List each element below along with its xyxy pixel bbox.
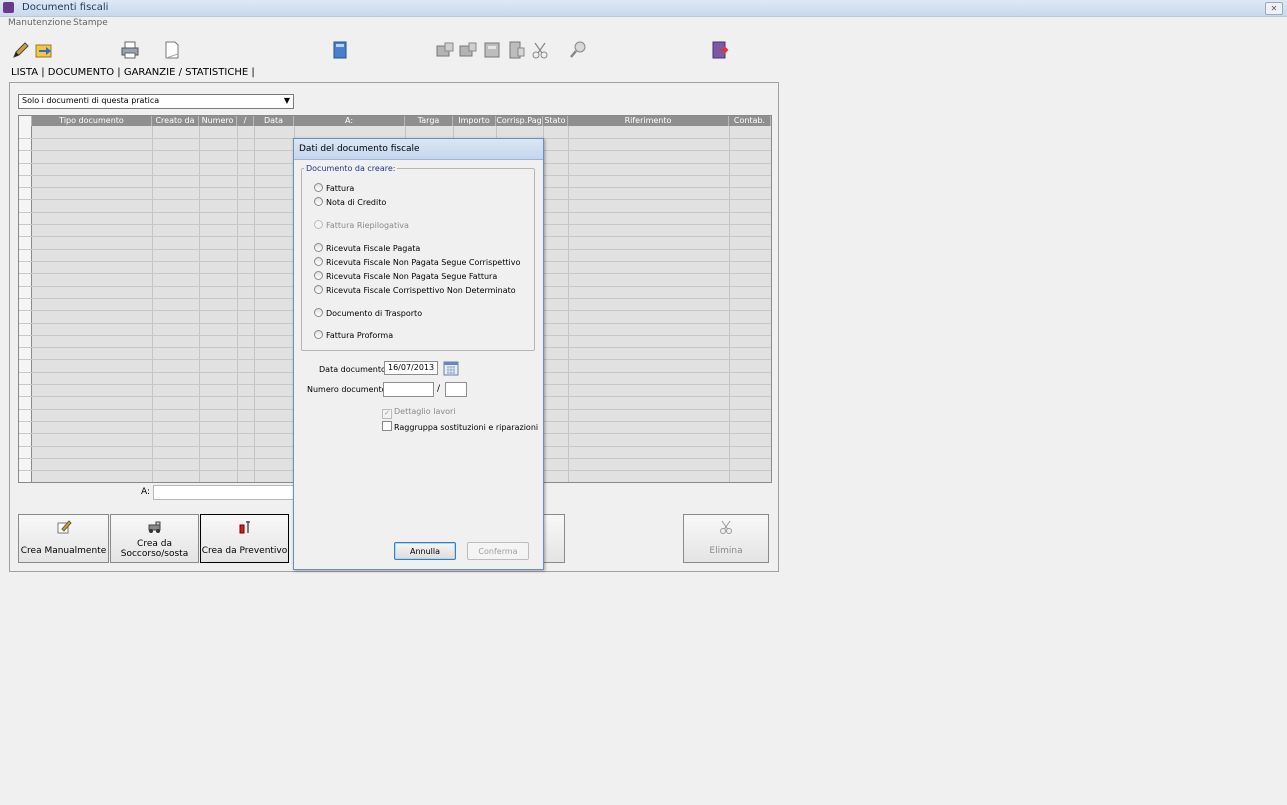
col-targa[interactable]: Targa xyxy=(405,116,453,126)
numero-documento-label: Numero documento: xyxy=(307,385,390,394)
col-data[interactable]: Data xyxy=(254,116,294,126)
crea-da-preventivo-button[interactable]: Crea da Preventivo xyxy=(200,514,289,563)
col-tipo-documento[interactable]: Tipo documento xyxy=(32,116,152,126)
hidden-button-edge xyxy=(542,514,565,563)
radio-ricevuta-pagata[interactable]: Ricevuta Fiscale Pagata xyxy=(314,243,420,253)
col-slash[interactable]: / xyxy=(237,116,254,126)
grid-header: Tipo documento Creato da Numero / Data A… xyxy=(19,116,771,126)
exit-door-icon[interactable] xyxy=(710,40,730,60)
tools-icon xyxy=(239,521,250,534)
grid-col-line xyxy=(254,126,255,482)
transfer-2-icon[interactable] xyxy=(458,40,478,60)
row-header-strip xyxy=(19,126,32,482)
transfer-1-icon[interactable] xyxy=(435,40,455,60)
transfer-3-icon[interactable] xyxy=(482,40,502,60)
grid-col-line xyxy=(152,126,153,482)
window-title: Documenti fiscali xyxy=(22,2,109,13)
data-documento-label: Data documento: xyxy=(319,365,389,374)
document-type-group-label: Documento da creare: xyxy=(304,164,398,173)
col-numero[interactable]: Numero xyxy=(199,116,237,126)
tab-separator: | xyxy=(251,67,255,78)
crea-da-preventivo-label: Crea da Preventivo xyxy=(201,546,288,556)
dettaglio-lavori-checkbox: ✓ Dettaglio lavori xyxy=(382,407,455,419)
elimina-button[interactable]: Elimina xyxy=(683,514,769,563)
numero-separator: / xyxy=(437,384,441,394)
search-icon[interactable] xyxy=(568,40,588,60)
menu-stampe[interactable]: Stampe xyxy=(73,18,108,28)
elimina-label: Elimina xyxy=(709,546,743,556)
annulla-button[interactable]: Annulla xyxy=(394,542,456,560)
grid-col-line xyxy=(199,126,200,482)
filter-value: Solo i documenti di questa pratica xyxy=(22,96,160,105)
dialog-title: Dati del documento fiscale xyxy=(299,144,420,154)
col-riferimento[interactable]: Riferimento xyxy=(568,116,729,126)
tow-truck-icon xyxy=(148,521,160,533)
a-field-input[interactable] xyxy=(153,485,296,500)
conferma-button: Conferma xyxy=(467,542,529,560)
data-documento-input[interactable]: 16/07/2013 xyxy=(384,361,438,375)
document-dialog: Dati del documento fiscale Documento da … xyxy=(293,138,544,570)
crea-da-soccorso-label-1: Crea da xyxy=(137,539,172,549)
crea-manualmente-button[interactable]: Crea Manualmente xyxy=(18,514,109,563)
radio-ricevuta-segue-fattura[interactable]: Ricevuta Fiscale Non Pagata Segue Fattur… xyxy=(314,271,497,281)
scissors-icon xyxy=(720,520,732,534)
radio-nota-di-credito[interactable]: Nota di Credito xyxy=(314,197,386,207)
numero-suffix-input[interactable] xyxy=(445,382,467,397)
chevron-down-icon: ▼ xyxy=(283,96,290,105)
col-importo[interactable]: Importo xyxy=(453,116,496,126)
col-creato-da[interactable]: Creato da xyxy=(152,116,199,126)
grid-col-line xyxy=(568,126,569,482)
menu-bar: Manutenzione Stampe xyxy=(0,17,1287,30)
tab-lista[interactable]: LISTA xyxy=(11,67,38,78)
radio-ricevuta-segue-corrispettivo[interactable]: Ricevuta Fiscale Non Pagata Segue Corris… xyxy=(314,257,520,267)
crea-manualmente-label: Crea Manualmente xyxy=(20,546,107,556)
transfer-4-icon[interactable] xyxy=(506,40,526,60)
radio-fattura[interactable]: Fattura xyxy=(314,183,354,193)
page-icon[interactable] xyxy=(162,40,182,60)
radio-ricevuta-non-determinato[interactable]: Ricevuta Fiscale Corrispettivo Non Deter… xyxy=(314,285,516,295)
col-a[interactable]: A: xyxy=(294,116,405,126)
raggruppa-checkbox[interactable]: Raggruppa sostituzioni e riparazioni xyxy=(382,421,538,432)
grid-col-line xyxy=(237,126,238,482)
numero-documento-input[interactable] xyxy=(383,382,434,397)
book-icon[interactable] xyxy=(330,40,350,60)
col-stato[interactable]: Stato xyxy=(543,116,568,126)
radio-fattura-riepilogativa: Fattura Riepilogativa xyxy=(314,220,409,230)
app-icon xyxy=(3,2,14,13)
pencil-icon[interactable] xyxy=(11,40,31,60)
crea-da-soccorso-label-2: Soccorso/sosta xyxy=(120,549,189,559)
calendar-icon[interactable] xyxy=(443,360,459,376)
folder-arrow-icon[interactable] xyxy=(34,40,54,60)
title-bar: Documenti fiscali ✕ xyxy=(0,0,1287,17)
scissors-icon[interactable] xyxy=(530,40,550,60)
edit-document-icon xyxy=(57,520,72,534)
col-contab[interactable]: Contab. xyxy=(729,116,771,126)
a-field-label: A: xyxy=(141,487,151,497)
col-corrisp-pag[interactable]: Corrisp.Pag xyxy=(496,116,543,126)
dialog-title-bar: Dati del documento fiscale xyxy=(294,139,543,160)
printer-icon[interactable] xyxy=(120,40,140,60)
grid-corner xyxy=(19,116,32,126)
menu-manutenzione[interactable]: Manutenzione xyxy=(8,18,71,28)
radio-fattura-proforma[interactable]: Fattura Proforma xyxy=(314,330,393,340)
radio-documento-di-trasporto[interactable]: Documento di Trasporto xyxy=(314,308,422,318)
tab-documento[interactable]: DOCUMENTO xyxy=(48,67,114,78)
tab-strip: LISTA | DOCUMENTO | GARANZIE / STATISTIC… xyxy=(11,67,255,78)
grid-col-line xyxy=(729,126,730,482)
crea-da-soccorso-button[interactable]: Crea da Soccorso/sosta xyxy=(110,514,199,563)
tab-garanzie[interactable]: GARANZIE / STATISTICHE xyxy=(124,67,248,78)
filter-dropdown[interactable]: Solo i documenti di questa pratica ▼ xyxy=(18,94,294,109)
close-button[interactable]: ✕ xyxy=(1265,2,1283,15)
